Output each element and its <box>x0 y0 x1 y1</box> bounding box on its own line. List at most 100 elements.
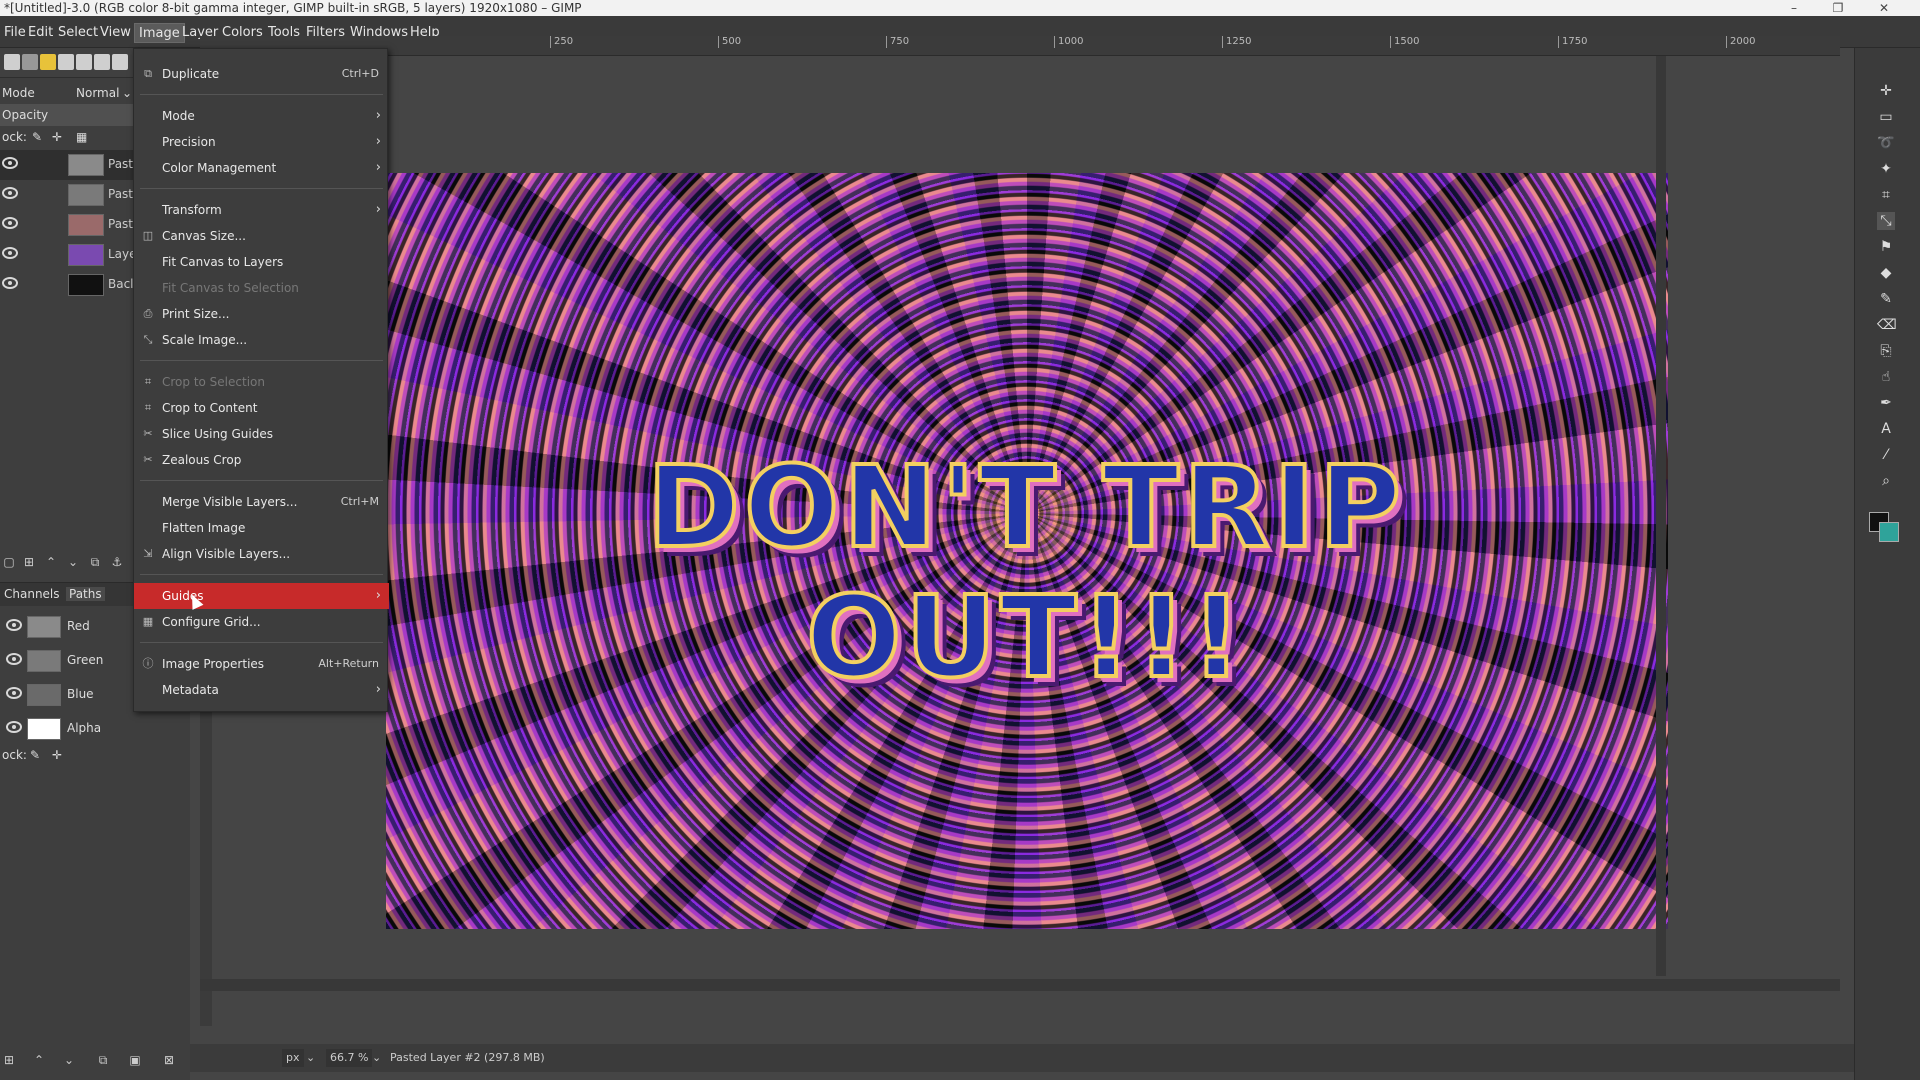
move-tool-icon[interactable]: ✛ <box>1877 82 1895 100</box>
menu-select[interactable]: Select <box>54 23 102 43</box>
menu-item-fit-canvas-to-layers[interactable]: Fit Canvas to Layers <box>134 249 389 275</box>
warp-tool-icon[interactable]: ⚑ <box>1877 238 1895 256</box>
menu-item-scale-image[interactable]: ⤡ Scale Image... <box>134 327 389 353</box>
duplicate-layer-icon[interactable]: ⧉ <box>88 555 102 569</box>
visibility-eye-icon[interactable] <box>6 653 22 665</box>
menu-separator <box>140 480 383 481</box>
menu-item-print-size[interactable]: ⎙ Print Size... <box>134 301 389 327</box>
menu-item-slice-using-guides[interactable]: ✂ Slice Using Guides <box>134 421 389 447</box>
menu-edit[interactable]: Edit <box>24 23 57 43</box>
visibility-eye-icon[interactable] <box>6 687 22 699</box>
selection-channel-icon[interactable]: ▣ <box>128 1053 142 1067</box>
menu-item-configure-grid[interactable]: ▦ Configure Grid... <box>134 609 389 635</box>
menu-item-guides[interactable]: Guides › <box>134 583 389 609</box>
paintbrush-tool-icon[interactable]: ✎ <box>1877 290 1895 308</box>
chevron-down-icon[interactable]: ⌄ <box>306 1049 315 1067</box>
unit-selector[interactable]: px <box>282 1049 304 1067</box>
anchor-layer-icon[interactable]: ⚓ <box>110 555 124 569</box>
chevron-down-icon[interactable]: ⌄ <box>122 82 132 104</box>
new-channel-icon[interactable]: ⊞ <box>2 1053 16 1067</box>
menu-item-flatten-image[interactable]: Flatten Image <box>134 515 389 541</box>
lock-alpha-icon[interactable]: ▦ <box>76 126 87 148</box>
menu-item-precision[interactable]: Precision › <box>134 129 389 155</box>
menu-item-align-visible-layers[interactable]: ⇲ Align Visible Layers... <box>134 541 389 567</box>
background-color-swatch[interactable] <box>1879 522 1899 542</box>
visibility-eye-icon[interactable] <box>6 619 22 631</box>
crop-tool-icon[interactable]: ⌗ <box>1877 186 1895 204</box>
lock-pixels-icon[interactable]: ✎ <box>30 744 40 766</box>
rect-select-tool-icon[interactable]: ▭ <box>1877 108 1895 126</box>
eraser-tool-icon[interactable]: ⌫ <box>1877 316 1897 334</box>
visibility-eye-icon[interactable] <box>2 217 18 229</box>
vertical-scrollbar[interactable] <box>1656 56 1666 976</box>
smudge-tool-icon[interactable]: ☝ <box>1877 368 1895 386</box>
menu-item-canvas-size[interactable]: ◫ Canvas Size... <box>134 223 389 249</box>
channel-row[interactable]: Alpha <box>0 712 190 744</box>
visibility-eye-icon[interactable] <box>2 187 18 199</box>
lower-layer-icon[interactable]: ⌄ <box>66 555 80 569</box>
lower-channel-icon[interactable]: ⌄ <box>62 1053 76 1067</box>
zoom-tool-icon[interactable]: ⌕ <box>1877 472 1895 490</box>
color-picker-tool-icon[interactable]: ⁄ <box>1877 446 1895 464</box>
menu-item-label: Crop to Selection <box>162 375 265 389</box>
raise-layer-icon[interactable]: ⌃ <box>44 555 58 569</box>
menu-item-shortcut: Alt+Return <box>318 657 379 670</box>
menu-item-merge-visible-layers[interactable]: Merge Visible Layers... Ctrl+M <box>134 489 389 515</box>
horizontal-scrollbar[interactable] <box>200 979 1840 991</box>
visibility-eye-icon[interactable] <box>2 277 18 289</box>
mode-dropdown[interactable]: Normal <box>76 82 119 104</box>
chevron-right-icon: › <box>375 202 381 217</box>
clone-tool-icon[interactable]: ⎘ <box>1877 342 1895 360</box>
new-layer-group-icon[interactable]: ▢ <box>2 555 16 569</box>
menu-tab-icon[interactable] <box>112 54 128 70</box>
menu-item-mode[interactable]: Mode › <box>134 103 389 129</box>
menu-item-duplicate[interactable]: ⧉ Duplicate Ctrl+D <box>134 61 389 87</box>
tab-channels[interactable]: Channels <box>4 587 60 601</box>
visibility-eye-icon[interactable] <box>6 721 22 733</box>
delete-channel-icon[interactable]: ⊠ <box>162 1053 176 1067</box>
lock-pixels-icon[interactable]: ✎ <box>32 126 42 148</box>
minimize-button[interactable]: – <box>1774 0 1814 16</box>
menu-item-label: Crop to Content <box>162 401 258 415</box>
tool-options-tab-icon[interactable] <box>4 54 20 70</box>
zoom-selector[interactable]: 66.7 % <box>326 1049 373 1067</box>
ruler-tick: 1000 <box>1054 36 1083 48</box>
text-tool-icon[interactable]: A <box>1877 420 1895 438</box>
menu-item-crop-to-selection[interactable]: ⌗ Crop to Selection <box>134 369 389 395</box>
menu-item-crop-to-content[interactable]: ⌗ Crop to Content <box>134 395 389 421</box>
tab-paths[interactable]: Paths <box>66 587 105 601</box>
paths-tool-icon[interactable]: ✒ <box>1877 394 1895 412</box>
image-canvas[interactable]: DON'T TRIP OUT!!! <box>386 173 1668 929</box>
menu-view[interactable]: View <box>96 23 135 43</box>
duplicate-channel-icon[interactable]: ⧉ <box>96 1053 110 1067</box>
menu-separator <box>140 94 383 95</box>
raise-channel-icon[interactable]: ⌃ <box>32 1053 46 1067</box>
menu-item-metadata[interactable]: Metadata › <box>134 677 389 703</box>
bucket-fill-tool-icon[interactable]: ◆ <box>1877 264 1895 282</box>
status-message: Pasted Layer #2 (297.8 MB) <box>390 1051 545 1064</box>
menu-item-zealous-crop[interactable]: ✂ Zealous Crop <box>134 447 389 473</box>
brush-tab-icon[interactable] <box>58 54 74 70</box>
pattern-tab-icon[interactable] <box>76 54 92 70</box>
visibility-eye-icon[interactable] <box>2 247 18 259</box>
new-layer-icon[interactable]: ⊞ <box>22 555 36 569</box>
menu-item-color-management[interactable]: Color Management › <box>134 155 389 181</box>
transform-tool-icon[interactable]: ⤡ <box>1877 212 1895 230</box>
chevron-down-icon[interactable]: ⌄ <box>372 1049 381 1067</box>
gradient-tab-icon[interactable] <box>94 54 110 70</box>
fuzzy-select-tool-icon[interactable]: ✦ <box>1877 160 1895 178</box>
ruler-tick: 750 <box>886 36 909 48</box>
chevron-right-icon: › <box>375 160 381 175</box>
menu-item-fit-canvas-to-selection[interactable]: Fit Canvas to Selection <box>134 275 389 301</box>
lock-position-icon[interactable]: ✛ <box>52 744 62 766</box>
undo-tab-icon[interactable] <box>40 54 56 70</box>
lock-position-icon[interactable]: ✛ <box>52 126 62 148</box>
visibility-eye-icon[interactable] <box>2 157 18 169</box>
lasso-tool-icon[interactable]: ➰ <box>1877 134 1895 152</box>
close-button[interactable]: ✕ <box>1864 0 1904 16</box>
maximize-button[interactable]: ❐ <box>1818 0 1858 16</box>
device-status-tab-icon[interactable] <box>22 54 38 70</box>
menu-item-image-properties[interactable]: ⓘ Image Properties Alt+Return <box>134 651 389 677</box>
menu-item-label: Zealous Crop <box>162 453 242 467</box>
menu-item-transform[interactable]: Transform › <box>134 197 389 223</box>
